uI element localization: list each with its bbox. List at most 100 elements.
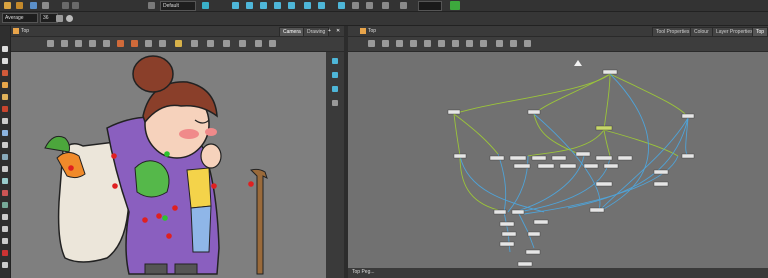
- side-tool-3-icon[interactable]: [332, 86, 338, 92]
- brush-mode-select[interactable]: Average: [2, 13, 38, 23]
- node-breadcrumb[interactable]: Top: [368, 27, 376, 35]
- color-swatch-select[interactable]: [418, 1, 442, 11]
- camera-tool-5-icon[interactable]: [103, 40, 110, 47]
- play-icon[interactable]: [260, 2, 267, 9]
- shape-tool-icon[interactable]: [2, 142, 8, 148]
- side-tool-2-icon[interactable]: [332, 72, 338, 78]
- node-tool-8-icon[interactable]: [466, 40, 473, 47]
- camera-tool-13-icon[interactable]: [223, 40, 230, 47]
- navigator-arrow[interactable]: [574, 60, 582, 66]
- ink-tool-icon[interactable]: [2, 130, 8, 136]
- workspace-save-icon[interactable]: [202, 2, 209, 9]
- add-tab-icon[interactable]: +: [328, 27, 331, 35]
- import-icon[interactable]: [42, 2, 49, 9]
- home-icon[interactable]: [13, 28, 19, 34]
- node-tool-2-icon[interactable]: [382, 40, 389, 47]
- close-panel-icon[interactable]: ✕: [336, 27, 340, 35]
- tab-tool-properties[interactable]: Tool Properties: [652, 27, 694, 37]
- contour-editor-icon[interactable]: [2, 58, 8, 64]
- morph-tool-icon[interactable]: [2, 190, 8, 196]
- cheek-right: [205, 128, 217, 136]
- grid-icon[interactable]: [382, 2, 389, 9]
- node-tool-11-icon[interactable]: [510, 40, 517, 47]
- save-icon[interactable]: [30, 2, 37, 9]
- workspace-preset-select[interactable]: Default: [160, 1, 196, 11]
- eraser-tool-icon[interactable]: [2, 94, 8, 100]
- camera-tool-4-icon[interactable]: [89, 40, 96, 47]
- zoom-tool-icon[interactable]: [2, 214, 8, 220]
- graph-nodes[interactable]: [447, 69, 695, 267]
- sound-icon[interactable]: [318, 2, 325, 9]
- side-tool-1-icon[interactable]: [332, 58, 338, 64]
- camera-stage[interactable]: [11, 52, 326, 278]
- tab-camera[interactable]: Camera: [279, 27, 305, 37]
- tools-column: [0, 26, 11, 278]
- redo-icon[interactable]: [72, 2, 79, 9]
- new-scene-icon[interactable]: [4, 2, 11, 9]
- side-tool-4-icon[interactable]: [332, 100, 338, 106]
- undo-icon[interactable]: [62, 2, 69, 9]
- spline-tool-icon[interactable]: [2, 262, 8, 268]
- open-icon[interactable]: [16, 2, 23, 9]
- tab-drawing[interactable]: Drawing: [303, 27, 330, 37]
- rotate-view-icon[interactable]: [2, 238, 8, 244]
- node-tool-10-icon[interactable]: [496, 40, 503, 47]
- transform-icon[interactable]: [352, 2, 359, 9]
- camera-tool-10-icon[interactable]: [175, 40, 182, 47]
- cutter-tool-icon[interactable]: [2, 178, 8, 184]
- camera-tool-15-icon[interactable]: [255, 40, 262, 47]
- settings-gear-icon[interactable]: [66, 15, 73, 22]
- text-tool-icon[interactable]: [2, 118, 8, 124]
- paint-tool-icon[interactable]: [2, 106, 8, 112]
- blue-skirt: [190, 205, 212, 253]
- node-view-canvas[interactable]: [348, 52, 768, 268]
- node-tool-12-icon[interactable]: [524, 40, 531, 47]
- hand-tool-icon[interactable]: [2, 226, 8, 232]
- bone-tool-icon[interactable]: [2, 202, 8, 208]
- camera-tool-6-icon[interactable]: [117, 40, 124, 47]
- node-tool-6-icon[interactable]: [438, 40, 445, 47]
- camera-view-toolbar: [11, 37, 344, 52]
- play-first-icon[interactable]: [232, 2, 239, 9]
- camera-tool-11-icon[interactable]: [191, 40, 198, 47]
- node-tool-1-icon[interactable]: [368, 40, 375, 47]
- tab-top[interactable]: Top: [752, 27, 768, 37]
- pencil-tool-icon[interactable]: [2, 82, 8, 88]
- node-tool-5-icon[interactable]: [424, 40, 431, 47]
- camera-tool-3-icon[interactable]: [75, 40, 82, 47]
- camera-tool-1-icon[interactable]: [47, 40, 54, 47]
- node-tool-7-icon[interactable]: [452, 40, 459, 47]
- node-home-icon[interactable]: [360, 28, 366, 34]
- tool-properties-bar: Average 36: [0, 12, 768, 26]
- reset-icon[interactable]: [400, 2, 407, 9]
- camera-tool-7-icon[interactable]: [131, 40, 138, 47]
- camera-breadcrumb[interactable]: Top: [21, 27, 29, 35]
- layout-icon[interactable]: [148, 2, 155, 9]
- camera-tool-16-icon[interactable]: [269, 40, 276, 47]
- deformer-tool-icon[interactable]: [2, 250, 8, 256]
- node-tool-4-icon[interactable]: [410, 40, 417, 47]
- node-tool-3-icon[interactable]: [396, 40, 403, 47]
- play-last-icon[interactable]: [288, 2, 295, 9]
- cheek: [179, 129, 199, 139]
- play-prev-icon[interactable]: [246, 2, 253, 9]
- tab-layer-properties[interactable]: Layer Properties: [712, 27, 757, 37]
- node-view-header: Top Tool Properties Colour Layer Propert…: [348, 26, 768, 37]
- loop-icon[interactable]: [304, 2, 311, 9]
- dropper-tool-icon[interactable]: [2, 154, 8, 160]
- camera-tool-2-icon[interactable]: [61, 40, 68, 47]
- camera-tool-12-icon[interactable]: [207, 40, 214, 47]
- onion-skin-icon[interactable]: [338, 2, 345, 9]
- camera-tool-8-icon[interactable]: [145, 40, 152, 47]
- select-tool-icon[interactable]: [2, 46, 8, 52]
- camera-tool-9-icon[interactable]: [159, 40, 166, 47]
- tab-colour[interactable]: Colour: [690, 27, 713, 37]
- camera-tool-14-icon[interactable]: [239, 40, 246, 47]
- transform-tool-icon[interactable]: [2, 166, 8, 172]
- brush-size-arrows-icon[interactable]: [56, 15, 63, 22]
- light-table-icon[interactable]: [366, 2, 373, 9]
- brush-tool-icon[interactable]: [2, 70, 8, 76]
- yellow-blouse: [186, 167, 212, 209]
- play-next-icon[interactable]: [274, 2, 281, 9]
- node-tool-9-icon[interactable]: [480, 40, 487, 47]
